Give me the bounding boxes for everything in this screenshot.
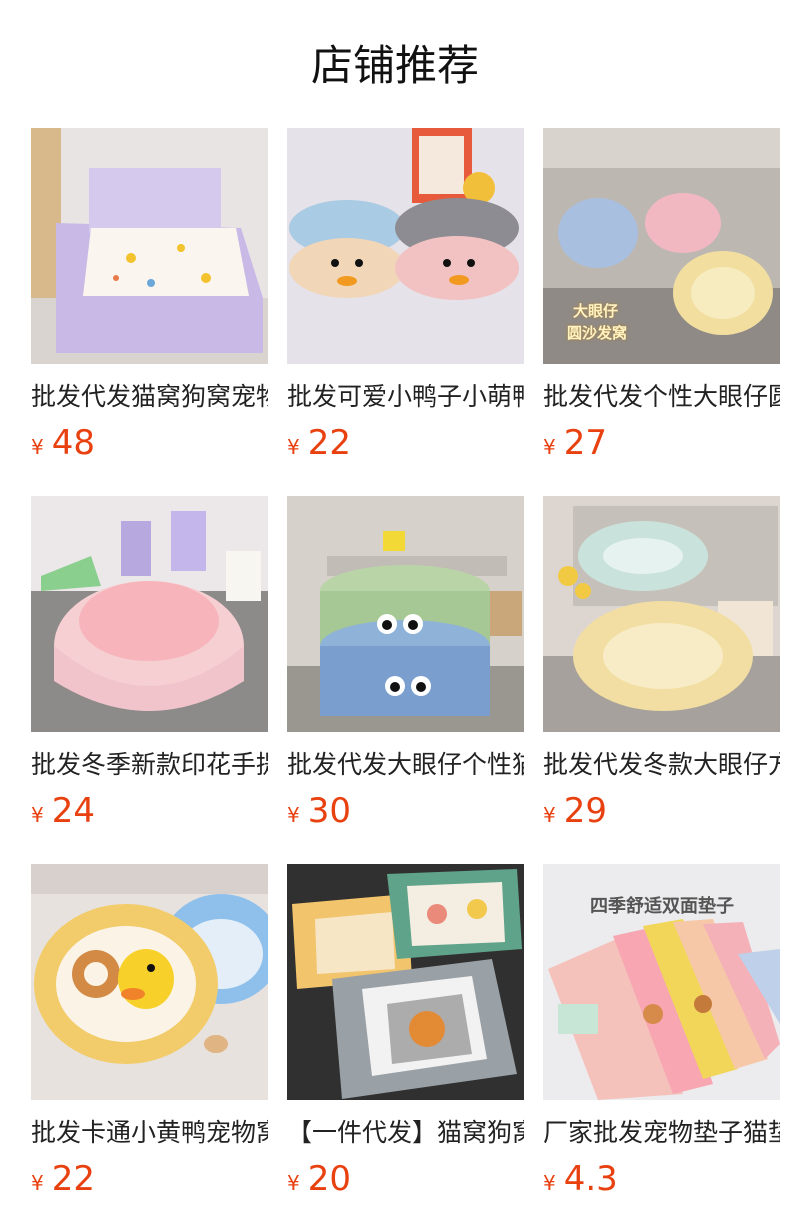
product-name[interactable]: 批发卡通小黄鸭宠物窝	[31, 1115, 268, 1151]
currency-symbol: ¥	[31, 435, 44, 459]
currency-symbol: ¥	[287, 1171, 300, 1195]
product-image[interactable]	[31, 864, 268, 1100]
product-image[interactable]	[287, 496, 524, 732]
currency-symbol: ¥	[543, 435, 556, 459]
currency-symbol: ¥	[287, 803, 300, 827]
product-price: ¥30	[287, 789, 524, 833]
product-price: ¥22	[287, 421, 524, 465]
price-value: 4.3	[563, 1159, 618, 1199]
product-price: ¥48	[31, 421, 268, 465]
price-value: 20	[307, 1159, 351, 1199]
product-price: ¥22	[31, 1157, 268, 1201]
price-value: 22	[51, 1159, 95, 1199]
product-image[interactable]	[31, 496, 268, 732]
product-price: ¥4.3	[543, 1157, 780, 1201]
price-value: 29	[563, 791, 607, 831]
price-value: 27	[563, 423, 607, 463]
product-price: ¥27	[543, 421, 780, 465]
product-image[interactable]: 四季舒适双面垫子	[543, 864, 780, 1100]
product-card[interactable]: 批发代发大眼仔个性猫窝 ¥30	[287, 496, 524, 833]
price-value: 48	[51, 423, 95, 463]
product-card[interactable]: 批发卡通小黄鸭宠物窝 ¥22	[31, 864, 268, 1201]
product-name[interactable]: 批发冬季新款印花手提	[31, 747, 268, 783]
product-name[interactable]: 批发可爱小鸭子小萌鸭	[287, 379, 524, 415]
product-image[interactable]	[287, 864, 524, 1100]
product-card[interactable]: 【一件代发】猫窝狗窝 ¥20	[287, 864, 524, 1201]
overlay-text: 四季舒适双面垫子	[590, 896, 734, 917]
product-name[interactable]: 批发代发个性大眼仔圆沙	[543, 379, 780, 415]
product-name[interactable]: 批发代发大眼仔个性猫窝	[287, 747, 524, 783]
currency-symbol: ¥	[31, 803, 44, 827]
product-name[interactable]: 厂家批发宠物垫子猫垫	[543, 1115, 780, 1151]
overlay-text: 大眼仔	[573, 302, 619, 320]
product-image[interactable]	[287, 128, 524, 364]
product-name[interactable]: 批发代发猫窝狗窝宠物	[31, 379, 268, 415]
price-value: 24	[51, 791, 95, 831]
product-price: ¥20	[287, 1157, 524, 1201]
product-card[interactable]: 批发代发猫窝狗窝宠物 ¥48	[31, 128, 268, 465]
currency-symbol: ¥	[543, 803, 556, 827]
section-title: 店铺推荐	[310, 41, 479, 90]
product-name[interactable]: 【一件代发】猫窝狗窝	[287, 1115, 524, 1151]
overlay-text: 圆沙发窝	[567, 324, 628, 342]
product-price: ¥24	[31, 789, 268, 833]
product-card[interactable]: 批发冬季新款印花手提 ¥24	[31, 496, 268, 833]
product-image[interactable]: 大眼仔 圆沙发窝	[543, 128, 780, 364]
product-image[interactable]	[31, 128, 268, 364]
product-card[interactable]: 四季舒适双面垫子 厂家批发宠物垫子猫垫 ¥4.3	[543, 864, 780, 1201]
product-card[interactable]: 大眼仔 圆沙发窝 批发代发个性大眼仔圆沙 ¥27	[543, 128, 780, 465]
product-price: ¥29	[543, 789, 780, 833]
product-image[interactable]	[543, 496, 780, 732]
currency-symbol: ¥	[287, 435, 300, 459]
product-card[interactable]: 批发代发冬款大眼仔方 ¥29	[543, 496, 780, 833]
currency-symbol: ¥	[31, 1171, 44, 1195]
price-value: 30	[307, 791, 351, 831]
product-name[interactable]: 批发代发冬款大眼仔方	[543, 747, 780, 783]
product-card[interactable]: 批发可爱小鸭子小萌鸭 ¥22	[287, 128, 524, 465]
currency-symbol: ¥	[543, 1171, 556, 1195]
price-value: 22	[307, 423, 351, 463]
